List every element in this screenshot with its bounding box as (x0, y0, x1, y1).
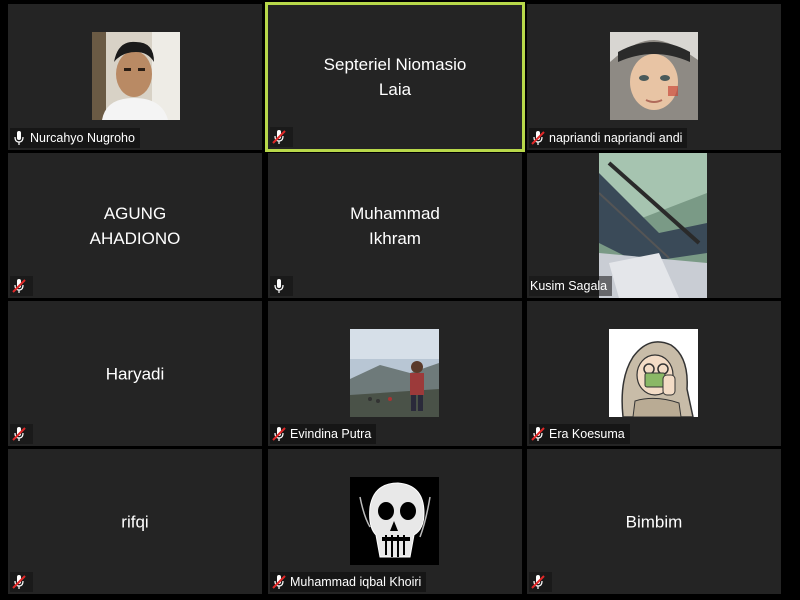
participant-name-tag: Era Koesuma (529, 424, 630, 444)
participant-tile[interactable]: Evindina Putra (268, 301, 522, 446)
microphone-icon[interactable] (10, 128, 28, 148)
muted-microphone-icon[interactable] (529, 572, 547, 592)
participant-tile[interactable]: AGUNG AHADIONO (8, 153, 262, 298)
participant-tile[interactable]: Nurcahyo Nugroho (8, 4, 262, 150)
participant-tile[interactable]: Bimbim (527, 449, 781, 594)
participant-display-name: AGUNG AHADIONO (89, 203, 181, 248)
participant-video (609, 329, 698, 417)
participant-name-tag (10, 572, 33, 592)
muted-microphone-icon[interactable] (10, 424, 28, 444)
participant-tile-active-speaker[interactable]: Septeriel Niomasio Laia (265, 2, 525, 152)
participant-tile[interactable]: Haryadi (8, 301, 262, 446)
participant-name-tag (10, 276, 33, 296)
participant-name-tag: Nurcahyo Nugroho (10, 128, 140, 148)
participant-tile[interactable]: Kusim Sagala (527, 153, 781, 298)
participant-tile[interactable]: Muhammad Ikhram (268, 153, 522, 298)
participant-name: Evindina Putra (290, 427, 372, 441)
participant-name: Muhammad iqbal Khoiri (290, 575, 422, 589)
participant-video (350, 329, 439, 417)
participant-name-tag (270, 127, 293, 147)
muted-microphone-icon[interactable] (10, 276, 28, 296)
participant-name: Nurcahyo Nugroho (30, 131, 135, 145)
participant-tile[interactable]: Era Koesuma (527, 301, 781, 446)
participant-name-tag: Muhammad iqbal Khoiri (270, 572, 427, 592)
participant-display-name: Haryadi (105, 364, 165, 383)
participant-display-name: Bimbim (625, 512, 683, 531)
participant-tile[interactable]: Muhammad iqbal Khoiri (268, 449, 522, 594)
muted-microphone-icon[interactable] (529, 424, 547, 444)
participant-name-tag (270, 276, 293, 296)
muted-microphone-icon[interactable] (10, 572, 28, 592)
muted-microphone-icon[interactable] (270, 127, 288, 147)
participant-name: Kusim Sagala (530, 279, 608, 293)
participant-video (610, 32, 698, 120)
muted-microphone-icon[interactable] (270, 572, 288, 592)
gallery-view-grid: Nurcahyo Nugroho Septeriel Niomasio Laia (0, 0, 800, 600)
participant-video (599, 153, 707, 298)
participant-name-tag (10, 424, 33, 444)
participant-name-tag: Kusim Sagala (529, 276, 613, 296)
participant-display-name: Septeriel Niomasio Laia (323, 55, 467, 99)
participant-video (350, 477, 439, 565)
participant-tile[interactable]: rifqi (8, 449, 262, 594)
microphone-icon[interactable] (270, 276, 288, 296)
participant-display-name: rifqi (121, 512, 149, 531)
participant-video (92, 32, 180, 120)
participant-tile[interactable]: napriandi napriandi andi (527, 4, 781, 150)
participant-name-tag: napriandi napriandi andi (529, 128, 688, 148)
participant-display-name: Muhammad Ikhram (350, 203, 440, 248)
muted-microphone-icon[interactable] (529, 128, 547, 148)
participant-name: Era Koesuma (549, 427, 625, 441)
participant-name-tag: Evindina Putra (270, 424, 377, 444)
muted-microphone-icon[interactable] (270, 424, 288, 444)
participant-name: napriandi napriandi andi (549, 131, 683, 145)
participant-name-tag (529, 572, 552, 592)
